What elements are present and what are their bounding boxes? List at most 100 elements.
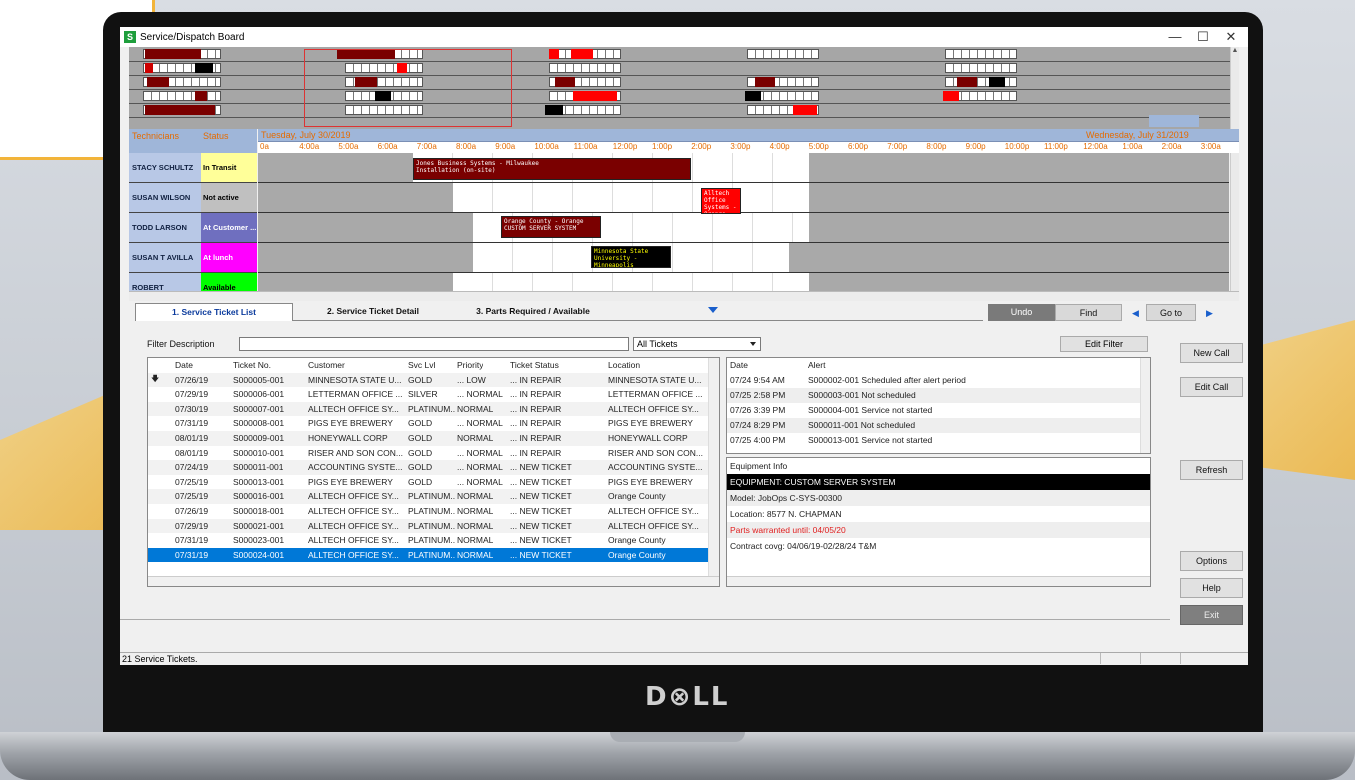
table-row[interactable]: 07/31/19 S000008-001 PIGS EYE BREWERY GOLD.… xyxy=(148,416,708,431)
tab-service-ticket-list[interactable]: 1. Service Ticket List xyxy=(135,303,293,321)
exit-button[interactable]: Exit xyxy=(1180,605,1243,625)
table-cell: ALLTECH OFFICE SY... xyxy=(308,506,399,516)
table-cell: S000007-001 xyxy=(233,403,285,414)
next-icon[interactable]: ▶ xyxy=(1206,308,1213,319)
alerts-table[interactable]: Date Alert 07/24 9:54 AM S000002-001 Schedu… xyxy=(726,357,1151,454)
table-row[interactable]: 07/26/19 S000018-001 ALLTECH OFFICE SY... P… xyxy=(148,504,708,519)
table-cell: ALLTECH OFFICE SY... xyxy=(308,491,399,502)
technician-name: SUSAN WILSON xyxy=(129,183,201,212)
table-row[interactable]: 07/24/19 S000011-001 ACCOUNTING SYSTE... GO… xyxy=(148,460,708,475)
technician-row[interactable]: SUSAN T AVILLA At lunch xyxy=(129,243,257,273)
column-header[interactable]: Ticket Status xyxy=(510,358,559,372)
table-cell: S000016-001 xyxy=(233,491,285,502)
maximize-button[interactable]: ☐ xyxy=(1188,27,1218,47)
technician-row[interactable]: TODD LARSON At Customer ... xyxy=(129,213,257,243)
table-row[interactable]: 07/31/19 S000024-001 ALLTECH OFFICE SY... P… xyxy=(148,547,708,563)
column-header[interactable]: Svc Lvl xyxy=(408,358,435,372)
table-cell: 07/29/19 xyxy=(175,389,209,400)
table-row[interactable]: 07/25/19 S000016-001 ALLTECH OFFICE SY... P… xyxy=(148,489,708,504)
table-row[interactable]: 08/01/19 S000010-001 RISER AND SON CON... G… xyxy=(148,446,708,461)
new-call-button[interactable]: New Call xyxy=(1180,343,1243,363)
job-block[interactable]: Minnesota State University - Minneapolis… xyxy=(591,246,671,268)
table-row[interactable]: 07/30/19 S000007-001 ALLTECH OFFICE SY... P… xyxy=(148,401,708,417)
job-block[interactable]: Orange County - Orange CUSTOM SERVER SYS… xyxy=(501,216,601,238)
job-block[interactable]: Jones Business Systems - Milwaukee Insta… xyxy=(413,158,691,180)
timeline-tick: 1:00p xyxy=(652,142,673,151)
goto-button[interactable]: Go to xyxy=(1146,304,1196,321)
tabs-dropdown-icon[interactable] xyxy=(708,307,718,313)
alert-cell: 07/25 2:58 PM xyxy=(730,390,786,400)
edit-call-button[interactable]: Edit Call xyxy=(1180,377,1243,397)
gantt-horizontal-scrollbar[interactable] xyxy=(129,291,1239,301)
overview-selection[interactable] xyxy=(304,49,512,127)
technician-status: At Customer ... xyxy=(201,213,257,242)
technician-name: TODD LARSON xyxy=(129,213,201,242)
table-row[interactable]: 🡇 07/26/19 S000005-001 MINNESOTA STATE U...… xyxy=(148,372,708,388)
dispatch-gantt[interactable]: Jones Business Systems - Milwaukee Insta… xyxy=(258,153,1229,291)
previous-icon[interactable]: ◀ xyxy=(1132,308,1139,319)
table-cell: ... LOW xyxy=(457,374,486,385)
timeline-tick: 4:00a xyxy=(299,142,320,151)
technician-row[interactable]: ROBERT HARDLEYAvailable xyxy=(129,273,257,291)
refresh-button[interactable]: Refresh xyxy=(1180,460,1243,480)
table-cell: 07/29/19 xyxy=(175,520,209,531)
alert-row[interactable]: 07/26 3:39 PM S000004-001 Service not sta… xyxy=(727,403,1140,418)
table-row[interactable]: 07/29/19 S000006-001 LETTERMAN OFFICE ... S… xyxy=(148,387,708,402)
technician-row[interactable]: SUSAN WILSON Not active xyxy=(129,183,257,213)
alert-row[interactable]: 07/24 8:29 PM S000011-001 Not scheduled xyxy=(727,418,1140,433)
table-cell: 07/30/19 xyxy=(175,403,209,414)
undo-button[interactable]: Undo xyxy=(988,304,1055,321)
column-header[interactable]: Alert xyxy=(808,358,825,373)
service-ticket-table[interactable]: Date Ticket No. Customer Svc Lvl Priority Tic… xyxy=(147,357,720,587)
find-button[interactable]: Find xyxy=(1055,304,1122,321)
alert-row[interactable]: 07/24 9:54 AM S000002-001 Scheduled after… xyxy=(727,373,1140,388)
column-header[interactable]: Ticket No. xyxy=(233,358,271,372)
alert-cell: 07/25 4:00 PM xyxy=(730,435,786,445)
equipment-scrollbar[interactable] xyxy=(727,576,1150,586)
table-row[interactable]: 08/01/19 S000009-001 HONEYWALL CORP GOLD NOR… xyxy=(148,431,708,446)
laptop-hinge-notch xyxy=(610,732,745,742)
options-button[interactable]: Options xyxy=(1180,551,1243,571)
help-button[interactable]: Help xyxy=(1180,578,1243,598)
timeline-ticks: 0a 4:00a 5:00a 6:00a 7:00a 8:00a 9:00a 10:00a 11… xyxy=(258,141,1239,153)
minimize-button[interactable]: — xyxy=(1160,27,1190,47)
alert-cell: S000011-001 Not scheduled xyxy=(808,420,916,430)
alert-cell: 07/24 8:29 PM xyxy=(730,420,786,430)
alerts-scrollbar[interactable] xyxy=(1140,358,1150,453)
edit-filter-button[interactable]: Edit Filter xyxy=(1060,336,1148,352)
column-header[interactable]: Customer xyxy=(308,358,345,372)
technician-row[interactable]: STACY SCHULTZ In Transit xyxy=(129,153,257,183)
tab-service-ticket-detail[interactable]: 2. Service Ticket Detail xyxy=(293,303,453,321)
column-header[interactable]: Date xyxy=(730,358,748,373)
schedule-overview[interactable] xyxy=(129,47,1230,129)
table-row[interactable]: 07/29/19 S000021-001 ALLTECH OFFICE SY... P… xyxy=(148,518,708,534)
table-cell: ALLTECH OFFICE SY... xyxy=(308,549,399,560)
tab-parts-required[interactable]: 3. Parts Required / Available xyxy=(453,303,613,321)
job-block[interactable]: Alltech Office Systems - Orange xyxy=(701,188,741,214)
equipment-location: Location: 8577 N. CHAPMAN xyxy=(730,509,842,519)
table-cell: ... NEW TICKET xyxy=(510,549,572,560)
filter-description-input[interactable] xyxy=(239,337,629,351)
alert-row[interactable]: 07/25 4:00 PM S000013-001 Service not sta… xyxy=(727,433,1140,448)
table-cell: GOLD xyxy=(408,462,433,473)
table-cell: S000024-001 xyxy=(233,549,285,560)
table-cell: NORMAL xyxy=(457,403,494,414)
ticket-filter-select[interactable]: All Tickets xyxy=(633,337,761,351)
table-row[interactable]: 07/25/19 S000013-001 PIGS EYE BREWERY GOLD.… xyxy=(148,475,708,490)
close-button[interactable]: ✕ xyxy=(1216,27,1246,47)
table-cell: GOLD xyxy=(408,374,433,385)
technician-status: In Transit xyxy=(201,153,257,182)
overview-scrollbar[interactable]: ▲ xyxy=(1230,47,1239,129)
ticket-table-horizontal-scrollbar[interactable] xyxy=(148,576,719,586)
gantt-vertical-scrollbar[interactable] xyxy=(1230,153,1239,291)
column-header[interactable]: Date xyxy=(175,358,193,372)
table-cell: 07/31/19 xyxy=(175,418,209,429)
column-header[interactable]: Priority xyxy=(457,358,483,372)
timeline-tick: 6:00p xyxy=(848,142,869,151)
column-header[interactable]: Location xyxy=(608,358,640,372)
table-row[interactable]: 07/31/19 S000023-001 ALLTECH OFFICE SY... P… xyxy=(148,533,708,548)
ticket-table-vertical-scrollbar[interactable] xyxy=(708,358,719,577)
table-cell: 07/31/19 xyxy=(175,549,209,560)
alert-row[interactable]: 07/25 2:58 PM S000003-001 Not scheduled xyxy=(727,388,1140,403)
table-cell: S000021-001 xyxy=(233,520,285,531)
